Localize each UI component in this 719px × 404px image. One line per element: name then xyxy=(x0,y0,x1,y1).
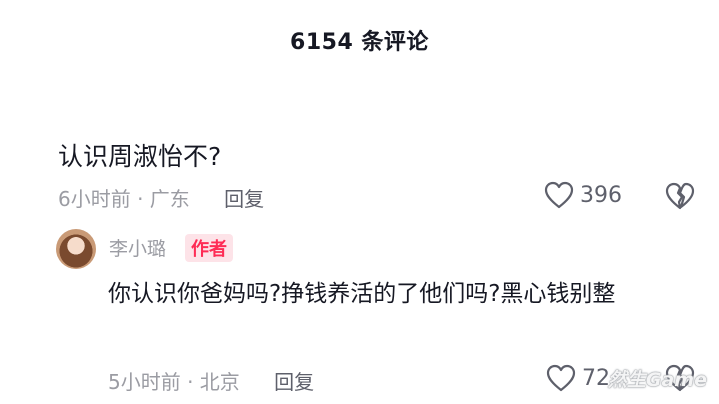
comment-dislike-button[interactable] xyxy=(665,182,695,210)
reply-like-button[interactable]: 72 xyxy=(546,364,610,392)
reply-meta-row: 5小时前 · 北京 回复 xyxy=(108,366,314,395)
comment-like-button[interactable]: 396 xyxy=(544,181,622,209)
comments-count-title: 6154 条评论 xyxy=(290,30,429,55)
heart-icon xyxy=(546,364,576,392)
author-badge: 作者 xyxy=(185,234,233,262)
avatar[interactable] xyxy=(56,229,96,269)
comment-meta-row: 6小时前 · 广东 回复 xyxy=(58,183,264,212)
comment-meta: 6小时前 · 广东 xyxy=(58,187,190,211)
reply-meta: 5小时前 · 北京 xyxy=(108,370,240,394)
comment-like-count: 396 xyxy=(580,182,622,208)
reply-like-count: 72 xyxy=(582,365,610,391)
reply-reply-button[interactable]: 回复 xyxy=(274,370,314,394)
broken-heart-icon xyxy=(665,182,695,210)
comment-reply-button[interactable]: 回复 xyxy=(224,187,264,211)
watermark: 然生Game xyxy=(607,369,707,391)
reply-author-name[interactable]: 李小璐 xyxy=(109,234,166,261)
reply-text: 你认识你爸妈吗?挣钱养活的了他们吗?黑心钱别整 xyxy=(108,281,616,307)
comment-text: 认识周淑怡不? xyxy=(58,142,222,171)
heart-icon xyxy=(544,181,574,209)
